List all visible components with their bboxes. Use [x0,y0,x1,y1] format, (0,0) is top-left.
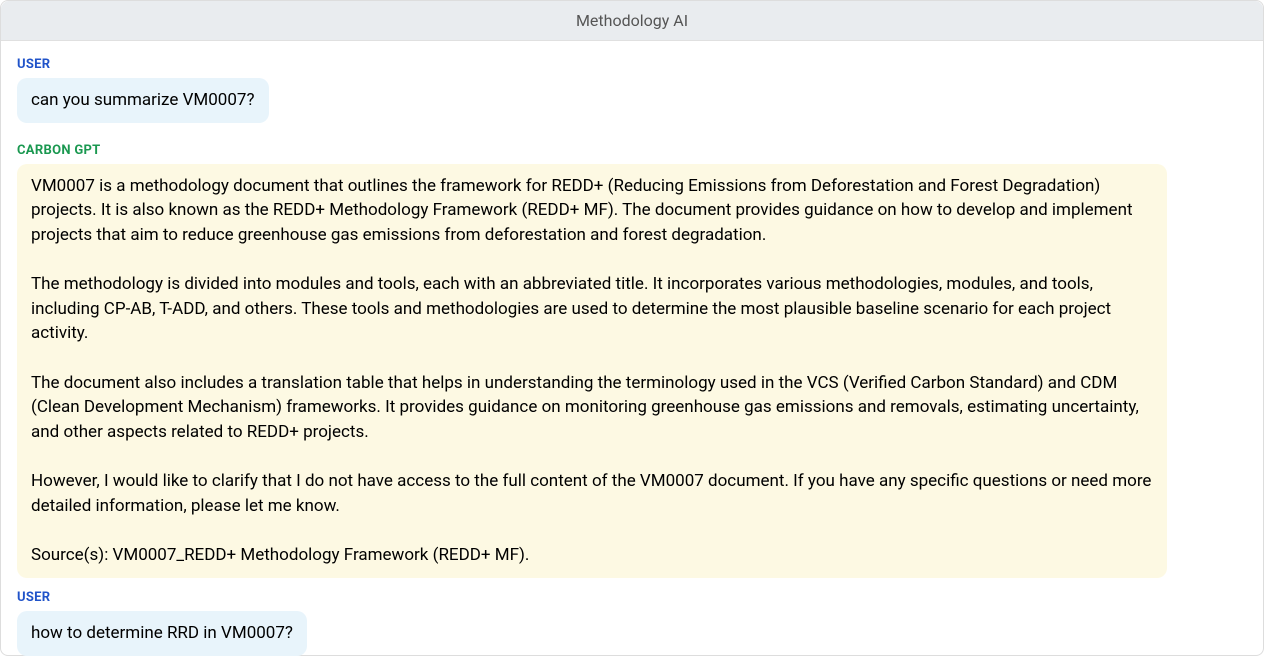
role-label-assistant: CARBON GPT [17,143,1247,158]
assistant-message-bubble: VM0007 is a methodology document that ou… [17,164,1167,578]
role-label-user: USER [17,590,1247,605]
message-block: USER can you summarize VM0007? [17,57,1247,135]
chat-container[interactable]: USER can you summarize VM0007? CARBON GP… [1,41,1263,657]
app-header: Methodology AI [1,1,1263,41]
user-message-bubble: can you summarize VM0007? [17,78,269,123]
role-label-user: USER [17,57,1247,72]
message-block: USER how to determine RRD in VM0007? [17,590,1247,657]
user-message-bubble: how to determine RRD in VM0007? [17,611,307,656]
app-title: Methodology AI [576,11,688,30]
message-block: CARBON GPT VM0007 is a methodology docum… [17,143,1247,578]
